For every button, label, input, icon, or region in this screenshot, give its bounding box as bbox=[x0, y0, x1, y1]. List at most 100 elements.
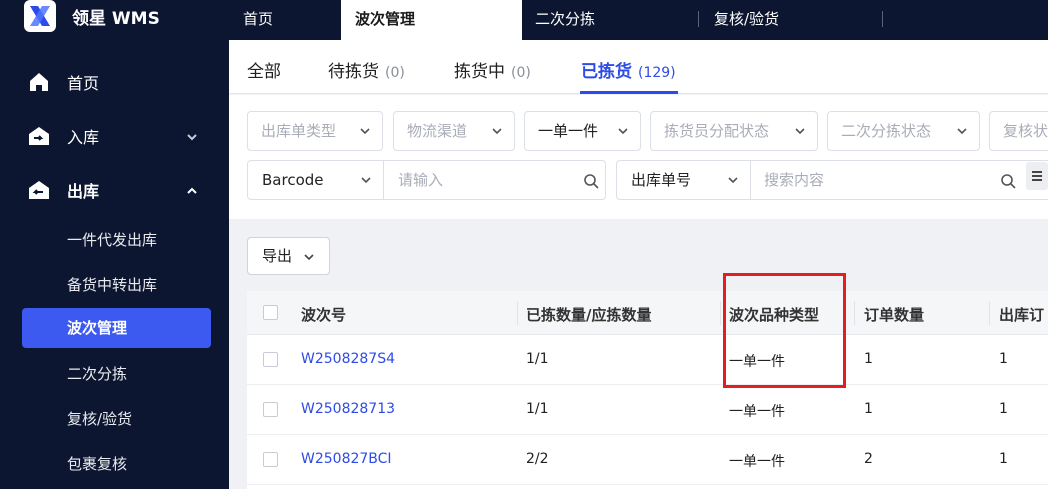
variety-type-select[interactable]: 一单一件 bbox=[524, 111, 641, 151]
chevron-down-icon[interactable] bbox=[186, 131, 198, 143]
status-tabs: 全部 待拣货 (0) 拣货中 (0) 已拣货 (129) bbox=[229, 40, 1048, 94]
top-tab-review[interactable]: 复核/验货 bbox=[714, 0, 779, 40]
wave-number-link[interactable]: W250828713 bbox=[301, 401, 395, 417]
review-status-select[interactable]: 复核状 bbox=[989, 111, 1048, 151]
wave-number-link[interactable]: W2508287S4 bbox=[301, 351, 395, 367]
tab-count: (0) bbox=[385, 65, 405, 81]
column-divider bbox=[517, 301, 518, 325]
export-button[interactable]: 导出 bbox=[247, 237, 330, 275]
top-tab-home[interactable]: 首页 bbox=[243, 0, 273, 40]
order-number-type-select[interactable]: 出库单号 bbox=[617, 161, 751, 199]
chevron-down-icon bbox=[492, 128, 502, 135]
sidebar-item-label: 首页 bbox=[67, 74, 100, 93]
chevron-down-icon bbox=[957, 128, 967, 135]
select-value: 出库单号 bbox=[631, 171, 692, 189]
select-value: 二次分拣状态 bbox=[841, 122, 932, 140]
order-count: 1 bbox=[864, 401, 873, 417]
tab-label: 待拣货 bbox=[328, 62, 379, 82]
table-row: W250828713 1/1 一单一件 1 1 bbox=[247, 385, 1048, 435]
highlight-box bbox=[723, 273, 846, 388]
wave-table: 波次号 已拣数量/应拣数量 波次品种类型 订单数量 出库订 W2508287S4… bbox=[247, 291, 1048, 489]
column-header-outbound[interactable]: 出库订 bbox=[999, 304, 1044, 325]
barcode-input[interactable] bbox=[398, 161, 568, 199]
select-value: 一单一件 bbox=[538, 122, 599, 140]
top-tab-secondary-sorting[interactable]: 二次分拣 bbox=[535, 0, 595, 40]
chevron-down-icon bbox=[618, 128, 628, 135]
sidebar-item-inbound[interactable]: 入库 bbox=[28, 121, 99, 151]
order-search-input[interactable] bbox=[764, 161, 984, 199]
order-count: 1 bbox=[864, 351, 873, 367]
sidebar: 首页 入库 出库 一件代发出库 备货中转出库 波次管理 二次分拣 复核/验货 包… bbox=[0, 40, 229, 489]
main-content: 全部 待拣货 (0) 拣货中 (0) 已拣货 (129) 出库单类型 物流渠道 一单一… bbox=[229, 40, 1048, 489]
column-divider bbox=[989, 301, 990, 325]
table-section: 导出 波次号 已拣数量/应拣数量 波次品种类型 订单数量 出库订 W250828… bbox=[229, 219, 1048, 489]
variety-type: 一单一件 bbox=[729, 404, 785, 420]
select-all-checkbox[interactable] bbox=[263, 305, 278, 320]
tab-pending-pick[interactable]: 待拣货 (0) bbox=[328, 57, 405, 82]
tab-label: 拣货中 bbox=[454, 62, 505, 82]
sidebar-item-home[interactable]: 首页 bbox=[28, 67, 99, 97]
row-checkbox[interactable] bbox=[263, 452, 278, 467]
tab-divider bbox=[698, 11, 699, 27]
logistics-channel-select[interactable]: 物流渠道 bbox=[393, 111, 515, 151]
picked-qty: 2/2 bbox=[526, 451, 549, 467]
search-icon[interactable] bbox=[583, 173, 599, 189]
tab-count: (129) bbox=[638, 65, 676, 81]
chevron-down-icon bbox=[795, 128, 805, 135]
outbound-count: 1 bbox=[999, 451, 1008, 467]
picker-assignment-select[interactable]: 拣货员分配状态 bbox=[650, 111, 818, 151]
chevron-down-icon bbox=[304, 254, 314, 261]
select-value: 复核状 bbox=[1003, 122, 1048, 140]
column-header-wave-no[interactable]: 波次号 bbox=[301, 304, 346, 325]
order-count: 2 bbox=[864, 451, 873, 467]
sidebar-item-outbound[interactable]: 出库 bbox=[28, 175, 99, 205]
active-tab-indicator bbox=[580, 91, 678, 94]
column-divider bbox=[854, 301, 855, 325]
sidebar-subitem-transfer-outbound[interactable]: 备货中转出库 bbox=[67, 274, 157, 295]
home-icon bbox=[28, 71, 52, 93]
tab-picked[interactable]: 已拣货 (129) bbox=[581, 57, 676, 82]
tab-all[interactable]: 全部 bbox=[247, 57, 281, 82]
sidebar-subitem-package-review[interactable]: 包裹复核 bbox=[67, 453, 127, 474]
sidebar-item-label: 入库 bbox=[67, 128, 100, 147]
tab-picking[interactable]: 拣货中 (0) bbox=[454, 57, 531, 82]
sidebar-subitem-wave-management[interactable]: 波次管理 bbox=[22, 308, 211, 348]
select-value: 拣货员分配状态 bbox=[664, 122, 770, 140]
tab-divider bbox=[882, 11, 883, 27]
more-filters-button[interactable] bbox=[1026, 162, 1048, 190]
row-checkbox[interactable] bbox=[263, 352, 278, 367]
sidebar-item-label: 出库 bbox=[67, 182, 100, 201]
select-value: Barcode bbox=[262, 171, 324, 189]
list-icon bbox=[1032, 171, 1042, 181]
outbound-type-select[interactable]: 出库单类型 bbox=[247, 111, 383, 151]
picked-qty: 1/1 bbox=[526, 401, 549, 417]
sidebar-subitem-dropship-outbound[interactable]: 一件代发出库 bbox=[67, 229, 157, 250]
tab-label: 全部 bbox=[247, 62, 281, 82]
sidebar-subitem-review[interactable]: 复核/验货 bbox=[67, 408, 132, 429]
logo-icon bbox=[24, 0, 56, 32]
outbound-count: 1 bbox=[999, 401, 1008, 417]
top-bar: 领星 WMS 首页 波次管理 二次分拣 复核/验货 bbox=[0, 0, 1048, 40]
column-header-picked-qty[interactable]: 已拣数量/应拣数量 bbox=[526, 304, 651, 325]
chevron-down-icon bbox=[360, 128, 370, 135]
column-header-order-count[interactable]: 订单数量 bbox=[864, 304, 924, 325]
chevron-up-icon[interactable] bbox=[186, 185, 198, 197]
secondary-sort-status-select[interactable]: 二次分拣状态 bbox=[827, 111, 980, 151]
order-number-search: 出库单号 bbox=[616, 160, 1048, 200]
tab-label: 已拣货 bbox=[581, 62, 632, 82]
select-value: 物流渠道 bbox=[407, 122, 468, 140]
column-divider bbox=[720, 301, 721, 325]
picked-qty: 1/1 bbox=[526, 351, 549, 367]
table-header: 波次号 已拣数量/应拣数量 波次品种类型 订单数量 出库订 bbox=[247, 291, 1048, 335]
export-label: 导出 bbox=[262, 247, 293, 265]
table-row: W2508287S4 1/1 一单一件 1 1 bbox=[247, 335, 1048, 385]
search-icon[interactable] bbox=[1000, 173, 1016, 189]
sidebar-subitem-secondary-sorting[interactable]: 二次分拣 bbox=[67, 363, 127, 384]
barcode-type-select[interactable]: Barcode bbox=[248, 161, 384, 199]
outbound-count: 1 bbox=[999, 351, 1008, 367]
select-value: 出库单类型 bbox=[261, 122, 337, 140]
top-tab-wave-management[interactable]: 波次管理 bbox=[341, 0, 522, 40]
row-checkbox[interactable] bbox=[263, 402, 278, 417]
barcode-search: Barcode bbox=[247, 160, 606, 200]
wave-number-link[interactable]: W250827BCI bbox=[301, 451, 392, 467]
